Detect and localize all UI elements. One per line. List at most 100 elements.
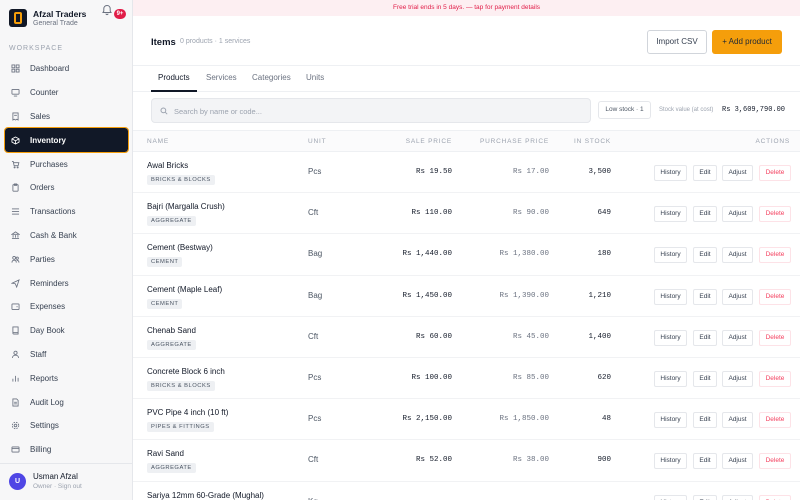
- tab-units[interactable]: Units: [306, 73, 324, 82]
- in-stock: 649: [597, 209, 611, 218]
- sidebar-item-staff[interactable]: Staff: [5, 343, 128, 367]
- sidebar-item-audit-log[interactable]: Audit Log: [5, 390, 128, 414]
- adjust-button[interactable]: Adjust: [722, 494, 753, 500]
- header-in-stock[interactable]: IN STOCK: [574, 138, 611, 145]
- delete-button[interactable]: Delete: [759, 206, 791, 223]
- history-button[interactable]: History: [654, 206, 687, 223]
- history-button[interactable]: History: [654, 288, 687, 305]
- table-row[interactable]: Bajri (Margalla Crush) AGGREGATE Cft Rs 110…: [133, 193, 800, 235]
- history-button[interactable]: History: [654, 371, 687, 387]
- edit-button[interactable]: Edit: [693, 371, 717, 387]
- history-button[interactable]: History: [654, 329, 687, 346]
- header-sale-price[interactable]: SALE PRICE: [406, 138, 452, 145]
- adjust-button[interactable]: Adjust: [722, 371, 753, 387]
- table-row[interactable]: Cement (Maple Leaf) CEMENT Bag Rs 1,450.00 R…: [133, 276, 800, 317]
- tab-services[interactable]: Services: [206, 73, 237, 82]
- sidebar-item-inventory[interactable]: Inventory: [4, 127, 129, 154]
- delete-button[interactable]: Delete: [759, 329, 791, 346]
- adjust-button[interactable]: Adjust: [722, 165, 753, 181]
- edit-button[interactable]: Edit: [693, 165, 717, 181]
- sidebar-item-reports[interactable]: Reports: [5, 366, 128, 390]
- sidebar-item-label: Inventory: [30, 135, 67, 145]
- sidebar-item-expenses[interactable]: Expenses: [5, 295, 128, 319]
- delete-button[interactable]: Delete: [759, 371, 791, 387]
- edit-button[interactable]: Edit: [693, 288, 717, 305]
- header-purchase-price[interactable]: PURCHASE PRICE: [480, 138, 549, 145]
- item-unit: Bag: [308, 249, 323, 259]
- item-name: PVC Pipe 4 inch (10 ft): [147, 408, 229, 418]
- edit-button[interactable]: Edit: [693, 453, 717, 470]
- bell-icon[interactable]: [101, 4, 113, 16]
- item-unit: Cft: [308, 331, 319, 341]
- sidebar-item-label: Expenses: [30, 302, 66, 312]
- sidebar-item-label: Settings: [30, 421, 59, 431]
- add-product-button[interactable]: + Add product: [712, 30, 782, 54]
- delete-button[interactable]: Delete: [759, 288, 791, 305]
- page-subtitle: 0 products · 1 services: [180, 38, 251, 45]
- sidebar-item-purchases[interactable]: Purchases: [5, 152, 128, 176]
- edit-button[interactable]: Edit: [693, 247, 717, 264]
- table-row[interactable]: Cement (Bestway) CEMENT Bag Rs 1,440.00 Rs 1…: [133, 234, 800, 276]
- sidebar-item-reminders[interactable]: Reminders: [5, 271, 128, 295]
- table-row[interactable]: Concrete Block 6 inch BRICKS & BLOCKS Pcs R…: [133, 358, 800, 400]
- edit-button[interactable]: Edit: [693, 329, 717, 346]
- edit-button[interactable]: Edit: [693, 412, 717, 429]
- search-box[interactable]: [151, 98, 591, 123]
- list-icon: [11, 207, 20, 216]
- sidebar-item-transactions[interactable]: Transactions: [5, 200, 128, 224]
- sidebar-item-orders[interactable]: Orders: [5, 176, 128, 200]
- low-stock-filter[interactable]: Low stock · 1: [598, 101, 651, 119]
- adjust-button[interactable]: Adjust: [722, 329, 753, 346]
- sign-out-link[interactable]: Owner · Sign out: [33, 483, 82, 490]
- header-unit[interactable]: UNIT: [308, 138, 326, 145]
- delete-button[interactable]: Delete: [759, 453, 791, 470]
- delete-button[interactable]: Delete: [759, 494, 791, 500]
- send-icon: [11, 278, 20, 288]
- table-row[interactable]: PVC Pipe 4 inch (10 ft) PIPES & FITTINGS P…: [133, 399, 800, 441]
- item-name: Cement (Maple Leaf): [147, 284, 223, 294]
- history-button[interactable]: History: [654, 453, 687, 470]
- table-row[interactable]: Chenab Sand AGGREGATE Cft Rs 60.00 Rs 45.00 1…: [133, 317, 800, 358]
- sidebar-item-dashboard[interactable]: Dashboard: [5, 57, 128, 81]
- trial-banner[interactable]: Free trial ends in 5 days. — tap for pay…: [133, 0, 800, 16]
- in-stock: 48: [601, 415, 611, 424]
- edit-button[interactable]: Edit: [693, 494, 717, 500]
- tab-bar: Products Services Categories Units: [133, 66, 800, 92]
- adjust-button[interactable]: Adjust: [722, 288, 753, 305]
- sidebar-item-billing[interactable]: Billing: [5, 438, 128, 462]
- table-row[interactable]: Ravi Sand AGGREGATE Cft Rs 52.00 Rs 38.00 900…: [133, 440, 800, 482]
- sidebar-item-cash-bank[interactable]: Cash & Bank: [5, 224, 128, 248]
- import-csv-button[interactable]: Import CSV: [647, 30, 707, 54]
- tab-products[interactable]: Products: [158, 73, 190, 82]
- history-button[interactable]: History: [654, 247, 687, 264]
- adjust-button[interactable]: Adjust: [722, 453, 753, 470]
- user-panel[interactable]: U Usman Afzal Owner · Sign out: [0, 463, 133, 500]
- history-button[interactable]: History: [654, 412, 687, 429]
- edit-button[interactable]: Edit: [693, 206, 717, 223]
- search-input[interactable]: [174, 102, 574, 120]
- history-button[interactable]: History: [654, 165, 687, 181]
- sale-price: Rs 110.00: [411, 209, 452, 218]
- item-name: Ravi Sand: [147, 449, 184, 459]
- header-name[interactable]: NAME: [147, 138, 169, 145]
- item-unit: Pcs: [308, 373, 322, 382]
- sidebar-item-settings[interactable]: Settings: [5, 414, 128, 438]
- delete-button[interactable]: Delete: [759, 165, 791, 181]
- sidebar-item-day-book[interactable]: Day Book: [5, 319, 128, 343]
- adjust-button[interactable]: Adjust: [722, 247, 753, 264]
- sidebar-item-sales[interactable]: Sales: [5, 105, 128, 129]
- brand-logo: [9, 9, 27, 27]
- sidebar-item-parties[interactable]: Parties: [5, 247, 128, 271]
- delete-button[interactable]: Delete: [759, 247, 791, 264]
- adjust-button[interactable]: Adjust: [722, 206, 753, 223]
- table-row[interactable]: Awal Bricks BRICKS & BLOCKS Pcs Rs 19.50 Rs …: [133, 152, 800, 194]
- purchase-price: Rs 1,390.00: [499, 291, 549, 300]
- item-name: Concrete Block 6 inch: [147, 367, 225, 376]
- sidebar-item-label: Audit Log: [30, 397, 64, 407]
- tab-categories[interactable]: Categories: [252, 73, 291, 82]
- sidebar-item-counter[interactable]: Counter: [5, 81, 128, 105]
- table-row[interactable]: Sariya 12mm 60-Grade (Mughal) Kg History Ed…: [133, 482, 800, 500]
- delete-button[interactable]: Delete: [759, 412, 791, 429]
- adjust-button[interactable]: Adjust: [722, 412, 753, 429]
- history-button[interactable]: History: [654, 494, 687, 500]
